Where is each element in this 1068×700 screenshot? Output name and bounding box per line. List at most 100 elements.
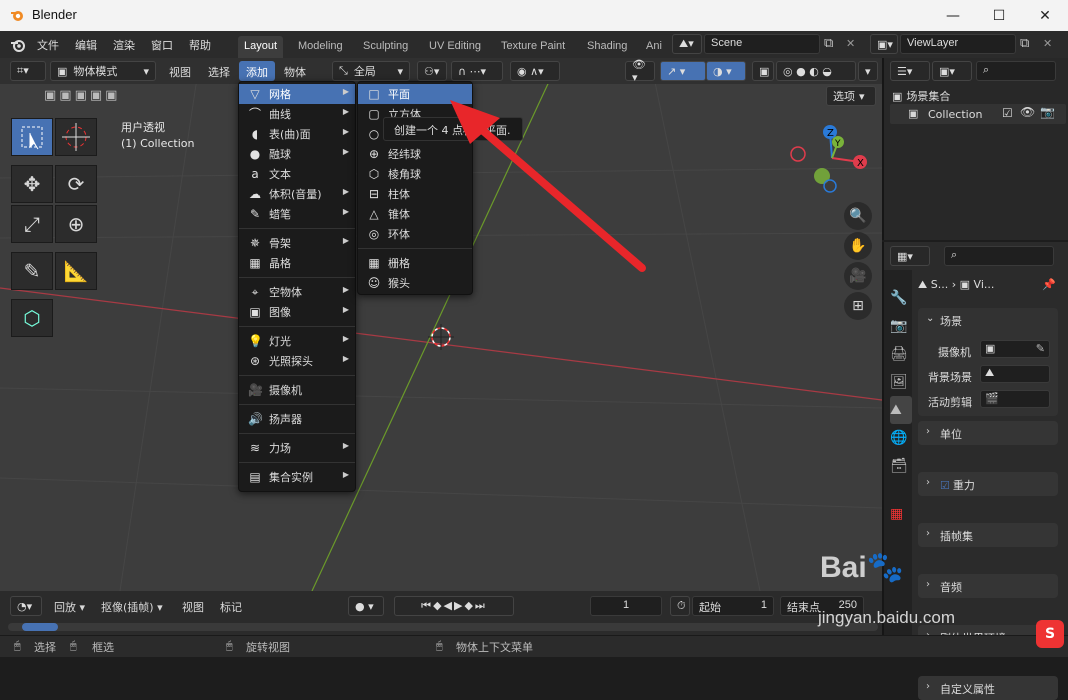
tab-layout[interactable]: Layout: [238, 36, 284, 58]
tab-sculpting[interactable]: Sculpting: [357, 36, 414, 58]
rotate-tool[interactable]: ⟳: [55, 165, 97, 203]
exclude-checkbox[interactable]: ☑: [1002, 106, 1013, 120]
start-frame-field[interactable]: 起始 1: [692, 596, 774, 616]
add-menu-item-surface[interactable]: ◖ 表(曲)面 ▶: [239, 124, 355, 144]
menu-window[interactable]: 窗口: [151, 37, 173, 53]
auto-keying-toggle[interactable]: ● ▾: [348, 596, 384, 616]
timeline-editor-type[interactable]: ◔▾: [10, 596, 42, 616]
viewlayer-selector-icon[interactable]: ▣▾: [870, 34, 898, 54]
shading-options-icon[interactable]: ▾: [858, 61, 878, 81]
outliner-collection-row[interactable]: ▣ Collection ☑ 👁 📷: [890, 104, 1066, 124]
scene-tab-icon[interactable]: ⛰: [890, 396, 912, 424]
gravity-checkbox[interactable]: ☑: [940, 479, 950, 492]
new-viewlayer-icon[interactable]: ⧉: [1020, 36, 1029, 51]
audio-panel[interactable]: › 音频: [918, 574, 1058, 598]
outliner-search-input[interactable]: ⌕: [976, 61, 1056, 81]
add-menu-item-light-probe[interactable]: ⊛ 光照探头 ▶: [239, 351, 355, 371]
timeline-view-menu[interactable]: 视图: [182, 599, 204, 615]
xray-icon[interactable]: ▣: [752, 61, 774, 81]
add-menu-item-image[interactable]: ▣ 图像 ▶: [239, 302, 355, 322]
move-tool[interactable]: ✥: [11, 165, 53, 203]
menu-view[interactable]: 视图: [169, 64, 191, 80]
timeline-scrollbar[interactable]: [8, 623, 878, 631]
shading-mode-icons[interactable]: ◎ ● ◐ ◒: [776, 61, 856, 81]
annotate-tool[interactable]: ✎: [11, 252, 53, 290]
add-menu-item-force-field[interactable]: ≋ 力场 ▶: [239, 438, 355, 458]
menu-edit[interactable]: 编辑: [75, 37, 97, 53]
tab-uv-editing[interactable]: UV Editing: [423, 36, 487, 58]
world-tab-icon[interactable]: 🌐: [890, 424, 912, 452]
scene-panel-header[interactable]: ⌄ 场景: [918, 308, 1058, 332]
bg-scene-field[interactable]: ⛰: [980, 365, 1050, 383]
menu-select[interactable]: 选择: [208, 64, 230, 80]
outliner-editor-type[interactable]: ☰▾: [890, 61, 930, 81]
add-cube-tool[interactable]: ⬡: [11, 299, 53, 337]
pan-hand-icon[interactable]: ✋: [844, 232, 872, 260]
add-menu-item-camera[interactable]: 🎥 摄像机: [239, 380, 355, 400]
editor-type-button[interactable]: ⌗▾: [10, 61, 46, 81]
playback-menu[interactable]: 回放 ▾: [54, 599, 85, 615]
navigation-gizmo[interactable]: Z X Y: [786, 120, 872, 200]
preview-range-icon[interactable]: ⏱: [670, 596, 690, 616]
overlay-toggle-icon[interactable]: ◑ ▾: [706, 61, 746, 81]
collection-tab-icon[interactable]: 🗃: [890, 452, 912, 480]
mode-dropdown[interactable]: ▣ 物体模式 ▾: [50, 61, 156, 81]
cursor-tool[interactable]: [55, 118, 97, 156]
zoom-icon[interactable]: 🔍: [844, 202, 872, 230]
playback-controls[interactable]: ⏮◆◀▶◆⏭: [394, 596, 514, 616]
menu-add[interactable]: 添加: [239, 61, 275, 81]
tab-animation[interactable]: Ani: [640, 36, 668, 58]
proportional-edit-icon[interactable]: ◉ ∧▾: [510, 61, 560, 81]
visibility-eye-icon[interactable]: 👁: [1020, 105, 1035, 119]
viewlayer-tab-icon[interactable]: 🖼: [890, 368, 912, 396]
select-box-tool[interactable]: [11, 118, 53, 156]
new-scene-icon[interactable]: ⧉: [824, 36, 833, 51]
gravity-panel[interactable]: › ☑ 重力: [918, 472, 1058, 496]
add-menu-item-curve[interactable]: ⌒ 曲线 ▶: [239, 104, 355, 124]
add-menu-item-speaker[interactable]: 🔊 扬声器: [239, 409, 355, 429]
selection-mode-icons[interactable]: ▣▣▣▣▣: [44, 88, 120, 103]
add-menu-item-armature[interactable]: ✵ 骨架 ▶: [239, 233, 355, 253]
tab-texture-paint[interactable]: Texture Paint: [495, 36, 571, 58]
ortho-toggle-icon[interactable]: ⊞: [844, 292, 872, 320]
scene-selector-icon[interactable]: ⛰▾: [672, 34, 702, 54]
visibility-icon[interactable]: 👁▾: [625, 58, 655, 84]
current-frame-field[interactable]: 1: [590, 596, 662, 616]
scale-tool[interactable]: ⤢: [11, 205, 53, 243]
remove-scene-icon[interactable]: ✕: [846, 37, 855, 50]
add-menu-item-grease-pencil[interactable]: ✎ 蜡笔 ▶: [239, 204, 355, 224]
maximize-button[interactable]: ☐: [976, 0, 1022, 31]
add-menu-item-text[interactable]: a 文本: [239, 164, 355, 184]
active-clip-field[interactable]: 🎬: [980, 390, 1050, 408]
texture-tab-icon[interactable]: ▦: [890, 500, 912, 528]
add-menu-item-mesh[interactable]: ▽ 网格 ▶: [239, 84, 355, 104]
scene-name-field[interactable]: Scene: [704, 34, 820, 54]
add-menu-item-metaball[interactable]: ● 融球 ▶: [239, 144, 355, 164]
add-menu-item-collection-instance[interactable]: ▤ 集合实例 ▶: [239, 467, 355, 487]
properties-editor-type[interactable]: ▦▾: [890, 246, 930, 266]
tab-shading[interactable]: Shading: [581, 36, 633, 58]
render-tab-icon[interactable]: 📷: [890, 312, 912, 340]
units-panel[interactable]: › 单位: [918, 421, 1058, 445]
menu-render[interactable]: 渲染: [113, 37, 135, 53]
pivot-icon[interactable]: ⚇▾: [417, 61, 447, 81]
add-menu-item-volume[interactable]: ☁ 体积(音量) ▶: [239, 184, 355, 204]
tool-tab-icon[interactable]: 🔧: [890, 284, 912, 312]
add-menu-item-light[interactable]: 💡 灯光 ▶: [239, 331, 355, 351]
menu-help[interactable]: 帮助: [189, 37, 211, 53]
measure-tool[interactable]: 📐: [55, 252, 97, 290]
output-tab-icon[interactable]: 🖨: [890, 340, 912, 368]
minimize-button[interactable]: —: [930, 0, 976, 31]
remove-viewlayer-icon[interactable]: ✕: [1043, 37, 1052, 50]
render-camera-icon[interactable]: 📷: [1040, 105, 1055, 119]
gizmo-toggle-icon[interactable]: ↗ ▾: [660, 61, 706, 81]
tab-modeling[interactable]: Modeling: [292, 36, 349, 58]
camera-view-icon[interactable]: 🎥: [844, 262, 872, 290]
add-menu-item-empty[interactable]: ⌖ 空物体 ▶: [239, 282, 355, 302]
snap-icon[interactable]: ∩ ⋯▾: [451, 61, 503, 81]
properties-search-input[interactable]: ⌕: [944, 246, 1054, 266]
blender-menu-icon[interactable]: [10, 37, 26, 53]
keying-sets-panel[interactable]: › 插帧集: [918, 523, 1058, 547]
transform-orientation-dropdown[interactable]: ⤡ 全局 ▾: [332, 61, 410, 81]
menu-file[interactable]: 文件: [37, 37, 59, 53]
